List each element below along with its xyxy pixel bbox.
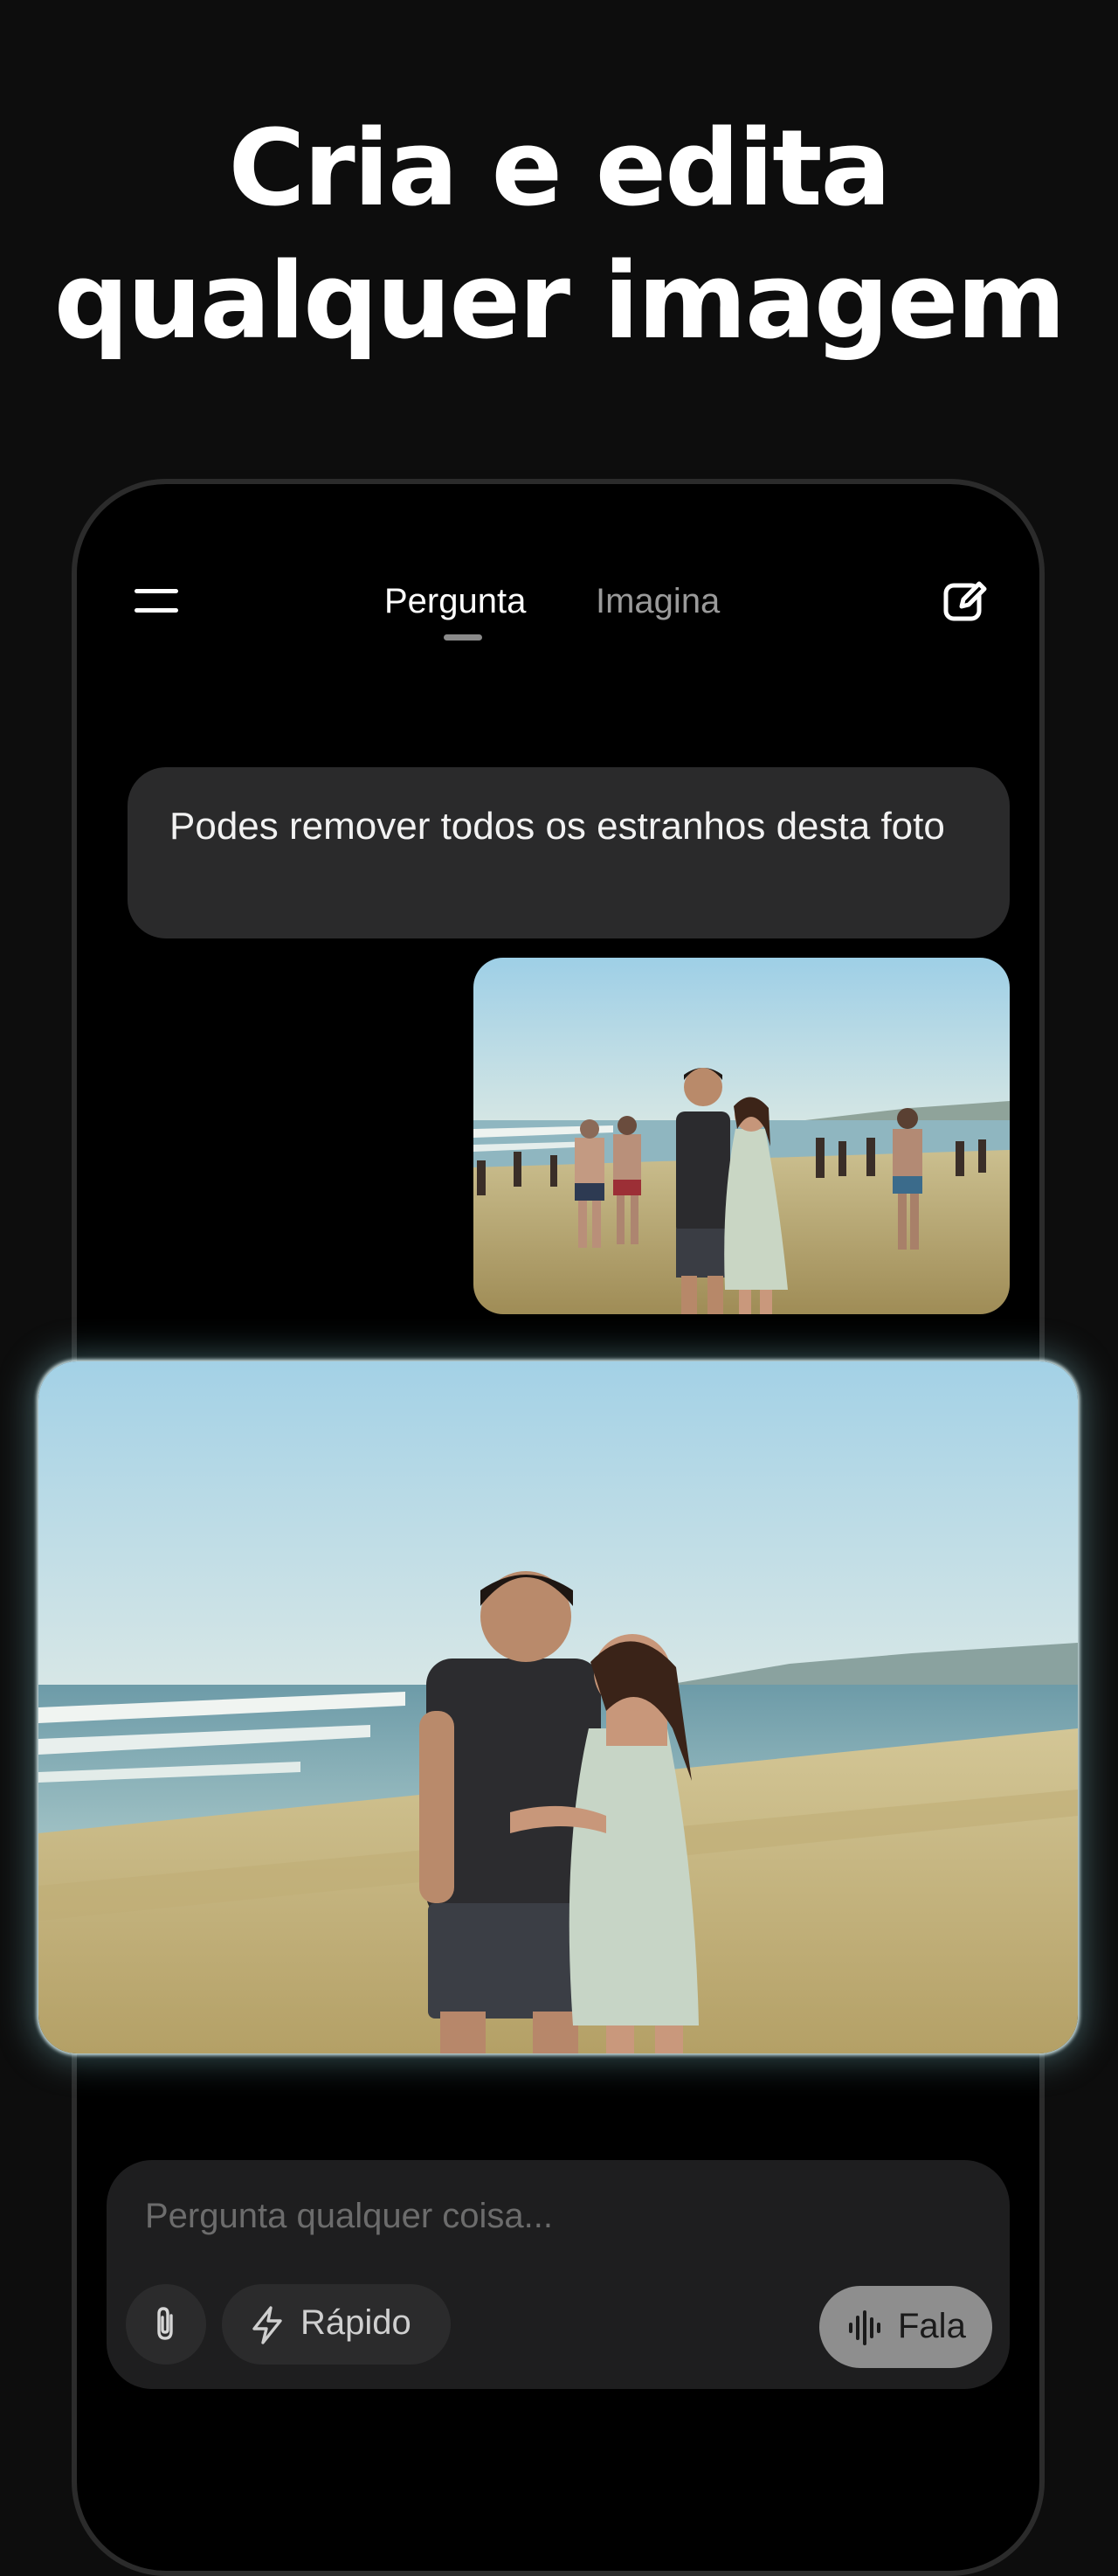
- edited-photo-result[interactable]: [38, 1361, 1078, 2053]
- top-bar: Pergunta Imagina: [72, 559, 1045, 647]
- fast-mode-label: Rápido: [300, 2303, 411, 2342]
- tab-pergunta[interactable]: Pergunta: [384, 582, 526, 621]
- paperclip-icon: [157, 2307, 173, 2340]
- message-composer: Pergunta qualquer coisa... Rápido Fala: [107, 2160, 1010, 2389]
- headline-line-1: Cria e edita: [228, 108, 891, 230]
- waveform-icon: [849, 2310, 880, 2345]
- headline-line-2: qualquer imagem: [53, 241, 1066, 363]
- lightning-icon: [252, 2306, 282, 2344]
- new-chat-edit-icon[interactable]: [941, 577, 990, 626]
- active-tab-indicator: [444, 634, 482, 641]
- message-input[interactable]: Pergunta qualquer coisa...: [145, 2197, 931, 2236]
- user-message-bubble: Podes remover todos os estranhos desta f…: [128, 767, 1010, 938]
- fast-mode-button[interactable]: Rápido: [222, 2284, 451, 2365]
- hamburger-menu-icon[interactable]: [135, 585, 178, 617]
- attach-button[interactable]: [126, 2284, 206, 2365]
- tab-imagina[interactable]: Imagina: [596, 582, 720, 621]
- voice-button[interactable]: Fala: [819, 2286, 992, 2368]
- attached-photo[interactable]: [473, 958, 1010, 1314]
- voice-label: Fala: [898, 2307, 966, 2345]
- headline: Cria e edita qualquer imagem: [0, 103, 1118, 369]
